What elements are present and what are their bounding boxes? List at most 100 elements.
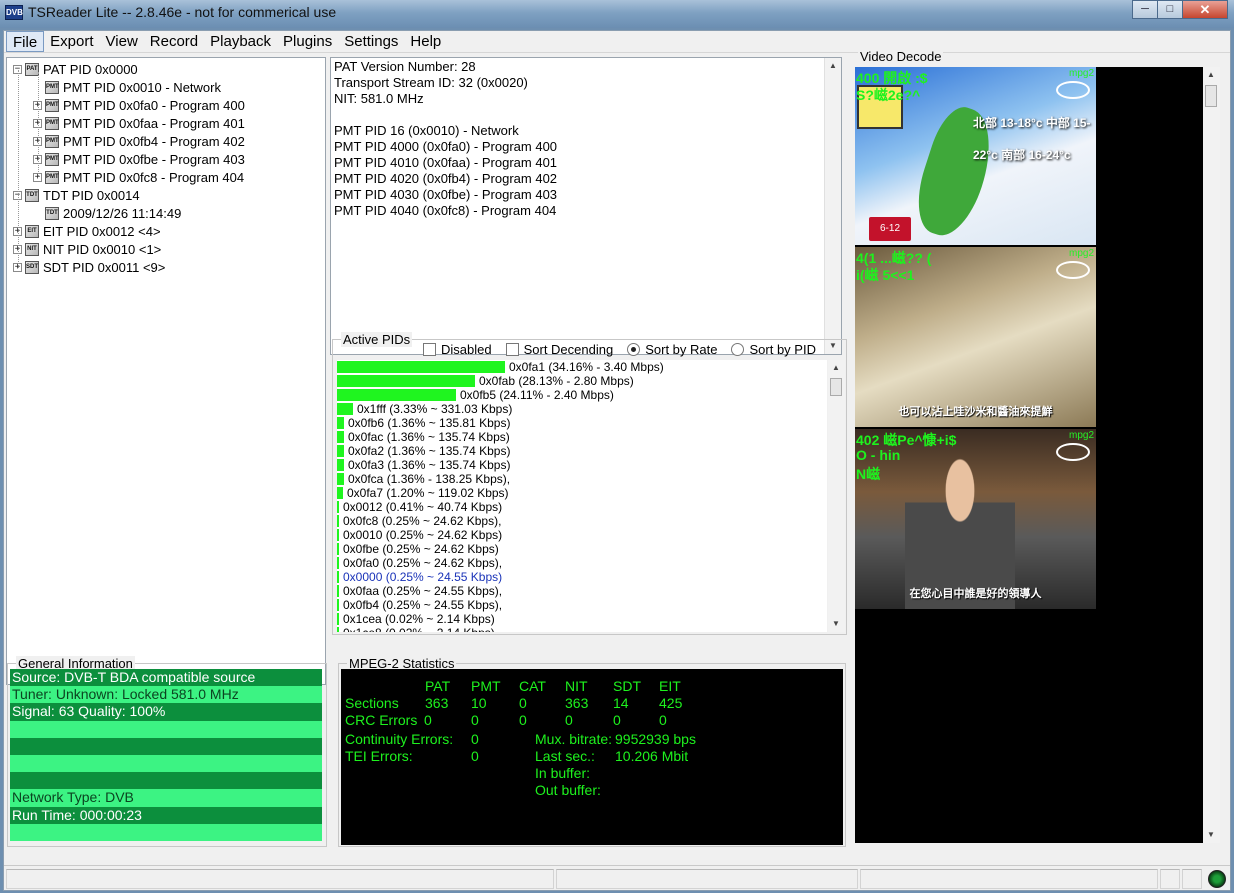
- sections-label: Sections: [345, 695, 399, 711]
- pid-rate-label: 0x0fa1 (34.16% - 3.40 Mbps): [509, 360, 664, 374]
- video-decode-title: Video Decode: [858, 49, 944, 64]
- tree-item-label: PMT PID 0x0faa - Program 401: [63, 115, 245, 131]
- pmt-table-icon: PMT: [45, 80, 59, 94]
- menu-file[interactable]: File: [6, 31, 45, 52]
- tree-item[interactable]: + PMT PMT PID 0x0fa0 - Program 400: [33, 96, 245, 114]
- sort-by-pid-label: Sort by PID: [749, 342, 816, 357]
- codec-tag: mpg2: [1068, 430, 1094, 441]
- pid-row[interactable]: 0x0fb5 (24.11% - 2.40 Mbps): [337, 388, 614, 402]
- pid-list-scrollbar[interactable]: ▲ ▼: [828, 360, 845, 632]
- close-button[interactable]: ✕: [1182, 0, 1228, 19]
- status-cell: [860, 869, 1158, 889]
- pid-row[interactable]: 0x0fa3 (1.36% ~ 135.74 Kbps): [337, 458, 510, 472]
- pid-row[interactable]: 0x0012 (0.41% ~ 40.74 Kbps): [337, 500, 502, 514]
- pid-rate-bar: [337, 515, 339, 527]
- window-title: TSReader Lite -- 2.8.46e - not for comme…: [28, 4, 337, 20]
- scroll-thumb[interactable]: [1205, 85, 1217, 107]
- menu-record[interactable]: Record: [144, 31, 204, 52]
- tree-item[interactable]: + SDT SDT PID 0x0011 <9>: [13, 258, 165, 276]
- mux-bitrate-value: 9952939 bps: [615, 731, 696, 747]
- pid-row[interactable]: 0x1fff (3.33% ~ 331.03 Kbps): [337, 402, 512, 416]
- pid-rate-label: 0x0012 (0.41% ~ 40.74 Kbps): [343, 500, 503, 514]
- tree-item[interactable]: − PAT PAT PID 0x0000: [13, 60, 138, 78]
- sort-by-pid-radio[interactable]: Sort by PID: [731, 342, 816, 357]
- stat-column-header: SDT: [613, 678, 641, 694]
- general-info-row: [10, 737, 322, 755]
- pid-row[interactable]: 0x0fa7 (1.20% ~ 119.02 Kbps): [337, 486, 509, 500]
- pid-row[interactable]: 0x0fb6 (1.36% ~ 135.81 Kbps): [337, 416, 510, 430]
- pid-row[interactable]: 0x0fab (28.13% - 2.80 Mbps): [337, 374, 634, 388]
- menu-view[interactable]: View: [100, 31, 144, 52]
- pid-row[interactable]: 0x1cea (0.02% ~ 2.14 Kbps): [337, 612, 495, 626]
- pid-rate-bar: [337, 473, 344, 485]
- video-decode-area[interactable]: 6-12 北部 13-18°c 中部 15-22°c 南部 16-24°c mpg2…: [855, 67, 1203, 843]
- osd-overlay-text: i(嵫 5<<1: [856, 267, 915, 283]
- last-sec-label: Last sec.:: [535, 748, 595, 764]
- video-scrollbar[interactable]: ▲ ▼: [1203, 67, 1220, 843]
- tree-item[interactable]: − TDT TDT PID 0x0014: [13, 186, 140, 204]
- menu-help[interactable]: Help: [404, 31, 447, 52]
- scroll-thumb[interactable]: [830, 378, 842, 396]
- osd-overlay-text: S?嵫2e?^: [856, 87, 921, 103]
- pid-row[interactable]: 0x0fc8 (0.25% ~ 24.62 Kbps),: [337, 514, 501, 528]
- pid-list[interactable]: 0x0fa1 (34.16% - 3.40 Mbps) 0x0fab (28.13…: [337, 360, 827, 632]
- tree-item[interactable]: TDT 2009/12/26 11:14:49: [33, 204, 181, 222]
- pid-rate-label: 0x0fa3 (1.36% ~ 135.74 Kbps): [348, 458, 511, 472]
- pid-rate-label: 0x0fa0 (0.25% ~ 24.62 Kbps),: [343, 556, 503, 570]
- video-thumbnail[interactable]: 也可以沾上哇沙米和醬油來提鮮 mpg2 4(1 ...嵫?? (i(嵫 5<<1: [855, 247, 1096, 427]
- scroll-down-icon[interactable]: ▼: [1203, 827, 1219, 843]
- disabled-checkbox[interactable]: Disabled: [423, 342, 492, 357]
- pid-rate-bar: [337, 599, 339, 611]
- pid-row[interactable]: 0x0010 (0.25% ~ 24.62 Kbps): [337, 528, 502, 542]
- general-info-row: Run Time: 000:00:23: [10, 806, 322, 824]
- pid-rate-label: 0x0010 (0.25% ~ 24.62 Kbps): [343, 528, 503, 542]
- pid-rate-bar: [337, 417, 344, 429]
- nit-table-icon: NIT: [25, 242, 39, 256]
- pid-row[interactable]: 0x1ce8 (0.02% ~ 2.14 Kbps): [337, 626, 495, 632]
- tree-item[interactable]: + PMT PMT PID 0x0faa - Program 401: [33, 114, 245, 132]
- tree-item[interactable]: + EIT EIT PID 0x0012 <4>: [13, 222, 161, 240]
- radio-selected-icon: [627, 343, 641, 356]
- general-info-row: Tuner: Unknown: Locked 581.0 MHz: [10, 686, 322, 704]
- detail-line: PMT PID 4020 (0x0fb4) - Program 402: [334, 171, 558, 186]
- maximize-button[interactable]: □: [1157, 0, 1183, 19]
- pid-row[interactable]: 0x0000 (0.25% ~ 24.55 Kbps): [337, 570, 502, 584]
- tdt-table-icon: TDT: [45, 206, 59, 220]
- video-thumbnail[interactable]: 在您心目中誰是好的領導人 mpg2 402 嵫Pe^慷+i$ O - hin N嵫: [855, 429, 1096, 609]
- crc-errors-value: 0: [613, 712, 621, 728]
- pid-row[interactable]: 0x0fa1 (34.16% - 3.40 Mbps): [337, 360, 664, 374]
- video-thumbnail[interactable]: 6-12 北部 13-18°c 中部 15-22°c 南部 16-24°c mpg2…: [855, 67, 1096, 245]
- pid-row[interactable]: 0x0fb4 (0.25% ~ 24.55 Kbps),: [337, 598, 502, 612]
- menu-plugins[interactable]: Plugins: [277, 31, 338, 52]
- title-bar[interactable]: DVB TSReader Lite -- 2.8.46e - not for c…: [0, 0, 1234, 28]
- scroll-up-icon[interactable]: ▲: [1203, 67, 1219, 83]
- detail-scrollbar[interactable]: ▲ ▼: [824, 58, 841, 354]
- tree-item[interactable]: PMT PMT PID 0x0010 - Network: [33, 78, 221, 96]
- minimize-button[interactable]: ─: [1132, 0, 1158, 19]
- pid-rate-label: 0x0faa (0.25% ~ 24.55 Kbps),: [343, 584, 503, 598]
- tree-item[interactable]: + PMT PMT PID 0x0fc8 - Program 404: [33, 168, 244, 186]
- scroll-down-icon[interactable]: ▼: [828, 616, 844, 632]
- scroll-up-icon[interactable]: ▲: [828, 360, 844, 376]
- sort-descending-checkbox[interactable]: Sort Decending: [505, 342, 613, 357]
- pid-row[interactable]: 0x0faa (0.25% ~ 24.55 Kbps),: [337, 584, 502, 598]
- scroll-up-icon[interactable]: ▲: [825, 58, 841, 74]
- tree-connector: [38, 72, 39, 176]
- tree-item[interactable]: + PMT PMT PID 0x0fb4 - Program 402: [33, 132, 245, 150]
- pid-row[interactable]: 0x0fac (1.36% ~ 135.74 Kbps): [337, 430, 510, 444]
- menu-export[interactable]: Export: [44, 31, 99, 52]
- stat-column-header: CAT: [519, 678, 546, 694]
- tree-item[interactable]: + NIT NIT PID 0x0010 <1>: [13, 240, 161, 258]
- tree-item[interactable]: + PMT PMT PID 0x0fbe - Program 403: [33, 150, 245, 168]
- sort-by-rate-radio[interactable]: Sort by Rate: [627, 342, 717, 357]
- table-tree[interactable]: − PAT PAT PID 0x0000 PMT PMT PID 0x0010 - Ne…: [6, 57, 326, 685]
- pid-row[interactable]: 0x0fbe (0.25% ~ 24.62 Kbps): [337, 542, 499, 556]
- sdt-table-icon: SDT: [25, 260, 39, 274]
- menu-settings[interactable]: Settings: [338, 31, 404, 52]
- pid-rate-label: 0x0fac (1.36% ~ 135.74 Kbps): [348, 430, 510, 444]
- osd-overlay-text: N嵫: [856, 466, 881, 482]
- pid-row[interactable]: 0x0fa0 (0.25% ~ 24.62 Kbps),: [337, 556, 502, 570]
- pid-row[interactable]: 0x0fca (1.36% - 138.25 Kbps),: [337, 472, 510, 486]
- pid-row[interactable]: 0x0fa2 (1.36% ~ 135.74 Kbps): [337, 444, 510, 458]
- menu-playback[interactable]: Playback: [204, 31, 277, 52]
